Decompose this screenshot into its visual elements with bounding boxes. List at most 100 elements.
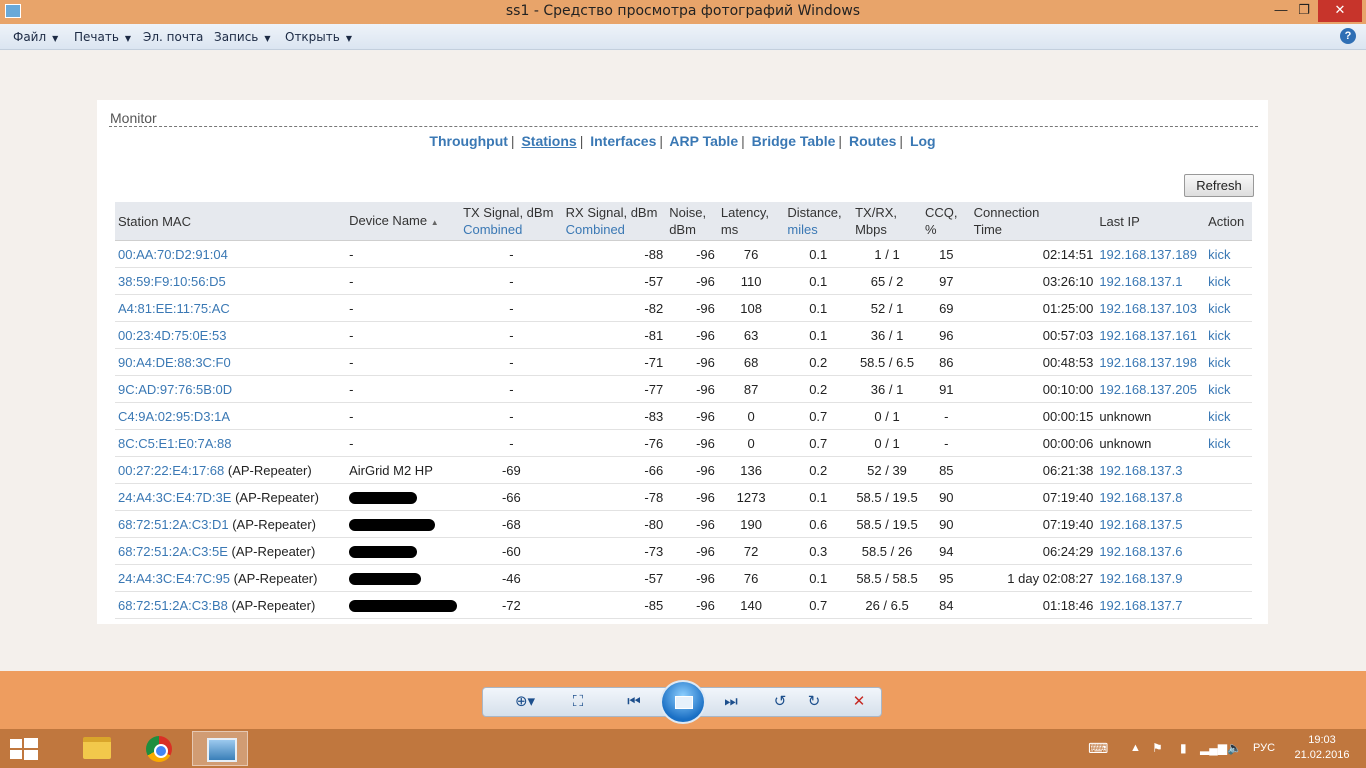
clock[interactable]: 19:03 21.02.2016 xyxy=(1290,733,1354,763)
volume-icon[interactable]: 🔈 xyxy=(1227,741,1242,755)
menu-print-label: Печать xyxy=(74,30,119,44)
action-cell xyxy=(1205,510,1252,538)
station-mac-link[interactable]: 24:A4:3C:E4:7D:3E xyxy=(118,490,231,505)
col-station-mac[interactable]: Station MAC xyxy=(115,202,347,241)
last-ip-cell[interactable]: 192.168.137.6 xyxy=(1096,537,1206,565)
nav-stations[interactable]: Stations xyxy=(521,133,576,149)
noise-cell: -96 xyxy=(666,456,718,484)
station-mac-link[interactable]: 8C:C5:E1:E0:7A:88 xyxy=(118,436,231,451)
kick-link[interactable]: kick xyxy=(1205,321,1252,349)
noise-cell: -96 xyxy=(666,294,718,322)
col-distance[interactable]: Distance, miles xyxy=(784,202,853,241)
kick-link[interactable]: kick xyxy=(1205,267,1252,295)
menu-email[interactable]: Эл. почта xyxy=(143,30,203,44)
nav-throughput[interactable]: Throughput xyxy=(429,133,508,149)
maximize-button[interactable]: ❐ xyxy=(1290,0,1318,22)
battery-icon[interactable]: ▮ xyxy=(1180,741,1187,755)
station-mac-link[interactable]: 90:A4:DE:88:3C:F0 xyxy=(118,355,231,370)
station-mac-link[interactable]: 00:27:22:E4:17:68 xyxy=(118,463,224,478)
col-txrx[interactable]: TX/RX, Mbps xyxy=(852,202,922,241)
last-ip-cell[interactable]: 192.168.137.103 xyxy=(1096,294,1206,322)
col-label: Station MAC xyxy=(118,213,191,229)
station-mac-link[interactable]: 68:72:51:2A:C3:B8 xyxy=(118,598,228,613)
rotate-ccw-icon[interactable]: ↺ xyxy=(768,692,792,712)
nav-routes[interactable]: Routes xyxy=(849,133,896,149)
nav-log[interactable]: Log xyxy=(910,133,936,149)
redacted-device-name xyxy=(349,600,458,613)
col-latency[interactable]: Latency, ms xyxy=(717,202,785,241)
station-mac-cell: 24:A4:3C:E4:7D:3E (AP-Repeater) xyxy=(115,483,347,511)
kick-link[interactable]: kick xyxy=(1205,402,1252,430)
last-ip-cell[interactable]: 192.168.137.161 xyxy=(1096,321,1206,349)
col-last-ip[interactable]: Last IP xyxy=(1096,202,1206,241)
col-device-name[interactable]: Device Name ▲ xyxy=(346,202,461,241)
fit-to-window-icon[interactable]: ⛶ xyxy=(566,692,590,712)
last-ip-cell[interactable]: 192.168.137.189 xyxy=(1096,240,1206,268)
menu-file[interactable]: Файл ▼ xyxy=(13,30,58,44)
action-center-flag-icon[interactable]: ⚑ xyxy=(1152,741,1163,755)
tx-signal-cell: -46 xyxy=(460,564,563,592)
chevron-up-icon[interactable]: ▲ xyxy=(1130,742,1141,754)
station-mac-link[interactable]: 24:A4:3C:E4:7C:95 xyxy=(118,571,230,586)
language-indicator[interactable]: РУС xyxy=(1253,742,1275,754)
slideshow-icon[interactable] xyxy=(660,680,706,724)
previous-icon[interactable]: ⏮ xyxy=(622,692,646,712)
station-mac-link[interactable]: A4:81:EE:11:75:AC xyxy=(118,301,230,316)
last-ip-cell[interactable]: 192.168.137.205 xyxy=(1096,375,1206,403)
station-mac-link[interactable]: 68:72:51:2A:C3:5E xyxy=(118,544,228,559)
nav-interfaces[interactable]: Interfaces xyxy=(590,133,656,149)
last-ip-cell[interactable]: 192.168.137.3 xyxy=(1096,456,1206,484)
taskbar-chrome[interactable] xyxy=(130,731,186,766)
rx-signal-cell: -83 xyxy=(562,402,667,430)
last-ip-cell[interactable]: 192.168.137.9 xyxy=(1096,564,1206,592)
menu-open[interactable]: Открыть ▼ xyxy=(285,30,352,44)
kick-link[interactable]: kick xyxy=(1205,375,1252,403)
col-noise[interactable]: Noise, dBm xyxy=(666,202,718,241)
connection-time-cell: 01:18:46 xyxy=(970,591,1097,619)
connection-time-cell: 00:48:53 xyxy=(970,348,1097,376)
menu-print[interactable]: Печать ▼ xyxy=(74,30,131,44)
last-ip-cell[interactable]: 192.168.137.8 xyxy=(1096,483,1206,511)
taskbar-photo-viewer[interactable] xyxy=(192,731,248,766)
help-icon[interactable]: ? xyxy=(1340,28,1356,44)
title-bar: ss1 - Средство просмотра фотографий Wind… xyxy=(0,0,1366,24)
kick-link[interactable]: kick xyxy=(1205,294,1252,322)
station-mac-cell: 24:A4:3C:E4:7C:95 (AP-Repeater) xyxy=(115,564,347,592)
ccq-cell: 90 xyxy=(922,483,971,511)
distance-cell: 0.1 xyxy=(784,321,853,349)
col-connection-time[interactable]: Connection Time xyxy=(970,202,1097,241)
last-ip-cell[interactable]: 192.168.137.1 xyxy=(1096,267,1206,295)
windows-start-icon[interactable] xyxy=(10,738,38,760)
noise-cell: -96 xyxy=(666,537,718,565)
col-rx-signal[interactable]: RX Signal, dBm Combined xyxy=(562,202,667,241)
nav-bridge-table[interactable]: Bridge Table xyxy=(752,133,836,149)
kick-link[interactable]: kick xyxy=(1205,348,1252,376)
network-signal-icon[interactable]: ▂▄▆ xyxy=(1200,741,1227,755)
keyboard-icon[interactable]: ⌨ xyxy=(1088,740,1108,757)
nav-arp-table[interactable]: ARP Table xyxy=(669,133,738,149)
delete-icon[interactable]: ✕ xyxy=(847,692,871,712)
station-mac-link[interactable]: 68:72:51:2A:C3:D1 xyxy=(118,517,229,532)
menu-burn[interactable]: Запись ▼ xyxy=(214,30,271,44)
next-icon[interactable]: ⏭ xyxy=(719,692,743,712)
station-mac-link[interactable]: 00:AA:70:D2:91:04 xyxy=(118,247,228,262)
zoom-icon[interactable]: ⊕▾ xyxy=(508,692,542,712)
nav-separator: | xyxy=(899,133,904,149)
col-tx-signal[interactable]: TX Signal, dBm Combined xyxy=(460,202,563,241)
col-ccq[interactable]: CCQ,% xyxy=(922,202,971,241)
close-button[interactable]: ✕ xyxy=(1318,0,1362,22)
station-mac-link[interactable]: C4:9A:02:95:D3:1A xyxy=(118,409,230,424)
kick-link[interactable]: kick xyxy=(1205,240,1252,268)
station-mac-link[interactable]: 38:59:F9:10:56:D5 xyxy=(118,274,226,289)
last-ip-cell[interactable]: 192.168.137.7 xyxy=(1096,591,1206,619)
refresh-button[interactable]: Refresh xyxy=(1184,174,1254,197)
last-ip-cell[interactable]: 192.168.137.5 xyxy=(1096,510,1206,538)
last-ip-cell[interactable]: 192.168.137.198 xyxy=(1096,348,1206,376)
station-mac-link[interactable]: 9C:AD:97:76:5B:0D xyxy=(118,382,232,397)
kick-link[interactable]: kick xyxy=(1205,429,1252,457)
station-mac-link[interactable]: 00:23:4D:75:0E:53 xyxy=(118,328,226,343)
last-ip-cell: unknown xyxy=(1096,402,1206,430)
taskbar-file-explorer[interactable] xyxy=(68,731,124,766)
tx-signal-cell: -68 xyxy=(460,510,563,538)
rotate-cw-icon[interactable]: ↻ xyxy=(802,692,826,712)
